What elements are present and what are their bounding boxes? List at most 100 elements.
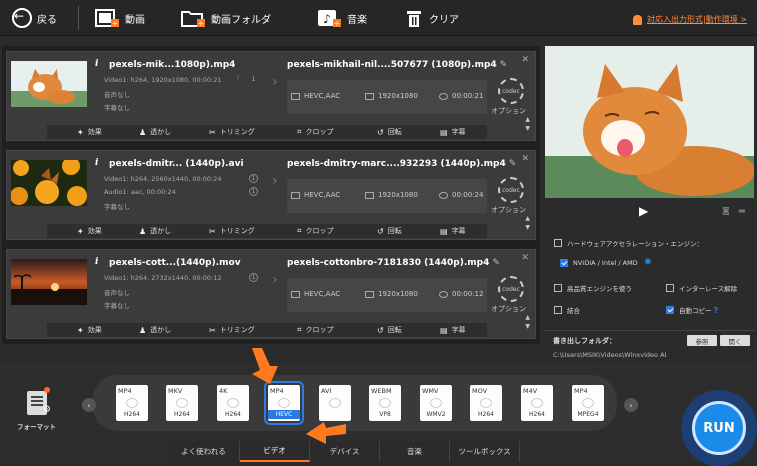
info-icon[interactable]: i — [95, 158, 104, 168]
back-button[interactable]: ← 戻る — [12, 8, 57, 28]
subtitle-button[interactable]: ▤ 字幕 — [440, 325, 466, 335]
output-file-name[interactable]: pexels-dmitry-marc....932293 (1440p).mp4… — [287, 159, 516, 169]
info-icon[interactable]: i — [95, 59, 104, 69]
effects-button[interactable]: ✦ 効果 — [77, 226, 102, 236]
option-label[interactable]: オプション — [491, 106, 526, 116]
checkbox-box[interactable] — [666, 284, 674, 292]
auto-copy-checkbox[interactable]: 自動コピー? — [666, 305, 718, 315]
hw-vendor-checkbox[interactable]: NVIDIA / Intel / AMD ✹ — [560, 257, 652, 268]
help-icon[interactable]: ? — [714, 306, 719, 315]
deinterlace-checkbox[interactable]: インターレース解除 — [666, 283, 737, 293]
format-codec: H264 — [529, 411, 545, 418]
trim-button[interactable]: ✂ トリミング — [209, 226, 255, 236]
subtitle-button[interactable]: ▤ 字幕 — [440, 226, 466, 236]
tab-popular[interactable]: よく使われる — [168, 441, 240, 462]
format-card[interactable]: AVI — [319, 385, 351, 421]
codec-option-icon[interactable]: codec — [498, 276, 524, 302]
checkbox-box[interactable] — [554, 284, 562, 292]
add-music-button[interactable]: ♪ + 音楽 — [316, 8, 367, 28]
rotate-icon: ↺ — [377, 325, 384, 335]
browse-button[interactable]: 参照 — [687, 335, 717, 346]
checkbox-box[interactable] — [554, 306, 562, 314]
hw-accel-checkbox[interactable]: ハードウェアアクセラレーション・エンジン： — [554, 238, 703, 248]
file-card[interactable]: i pexels-mik...1080p).mp4 Video1: h264, … — [6, 51, 536, 141]
remove-file-icon[interactable]: ✕ — [521, 154, 529, 164]
film-reel-icon — [480, 398, 492, 408]
tab-toolbox[interactable]: ツールボックス — [450, 441, 520, 462]
video-thumbnail[interactable] — [11, 259, 87, 305]
checkbox-box-checked[interactable] — [666, 306, 674, 314]
watermark-button[interactable]: ♟ 透かし — [139, 325, 171, 335]
move-up-icon[interactable]: ▲ — [525, 116, 530, 123]
pencil-icon[interactable]: ✎ — [492, 258, 500, 268]
chevron-left-icon[interactable]: ‹ — [82, 398, 96, 412]
format-panel[interactable]: ⚙ フォーマット — [0, 365, 77, 441]
watermark-button[interactable]: ♟ 透かし — [139, 127, 171, 137]
move-up-icon[interactable]: ▲ — [525, 215, 530, 222]
merge-checkbox[interactable]: 結合 — [554, 305, 580, 315]
option-label[interactable]: オプション — [491, 205, 526, 215]
open-folder-button[interactable]: 開く — [720, 335, 750, 346]
gear-icon[interactable]: ✹ — [644, 257, 652, 268]
run-button[interactable]: RUN — [692, 401, 746, 455]
format-card[interactable]: MP4 H264 — [116, 385, 148, 421]
video-thumbnail[interactable] — [11, 61, 87, 107]
crop-label: クロップ — [305, 326, 334, 334]
format-card[interactable]: M4V H264 — [521, 385, 553, 421]
high-quality-checkbox[interactable]: 高品質エンジンを使う — [554, 283, 632, 293]
format-name: MKV — [168, 387, 183, 395]
tab-music[interactable]: 音楽 — [380, 441, 450, 462]
output-file-name[interactable]: pexels-cottonbro-7181830 (1440p).mp4 ✎ — [287, 258, 500, 268]
codec-option-icon[interactable]: codec — [498, 177, 524, 203]
format-card[interactable]: WEBM VP8 — [369, 385, 401, 421]
trim-button[interactable]: ✂ トリミング — [209, 325, 255, 335]
play-icon[interactable]: ▶ — [639, 204, 648, 218]
crop-icon: ⌗ — [297, 127, 302, 136]
format-card[interactable]: MKV H264 — [166, 385, 198, 421]
add-video-button[interactable]: + 動画 — [94, 8, 145, 28]
rotate-button[interactable]: ↺ 回転 — [377, 127, 402, 137]
add-folder-button[interactable]: + 動画フォルダ — [180, 8, 271, 28]
supported-formats-link[interactable]: 対応入出力形式|動作環境 > — [633, 14, 747, 25]
format-card[interactable]: 4K H264 — [217, 385, 249, 421]
codec-option-icon[interactable]: codec — [498, 78, 524, 104]
camera-icon[interactable]: ◙ — [722, 206, 730, 215]
remove-file-icon[interactable]: ✕ — [521, 253, 529, 263]
move-down-icon[interactable]: ▼ — [525, 323, 530, 330]
format-card[interactable]: MOV H264 — [470, 385, 502, 421]
subtitle-button[interactable]: ▤ 字幕 — [440, 127, 466, 137]
format-card-selected[interactable]: MP4 HEVC — [264, 381, 304, 425]
effects-button[interactable]: ✦ 効果 — [77, 325, 102, 335]
rotate-button[interactable]: ↺ 回転 — [377, 325, 402, 335]
remove-file-icon[interactable]: ✕ — [521, 55, 529, 65]
option-label[interactable]: オプション — [491, 304, 526, 314]
pencil-icon[interactable]: ✎ — [500, 60, 508, 70]
trim-button[interactable]: ✂ トリミング — [209, 127, 255, 137]
hw-accel-label: ハードウェアアクセラレーション・エンジン： — [567, 240, 704, 248]
move-up-icon[interactable]: ▲ — [525, 314, 530, 321]
video-preview[interactable] — [545, 46, 754, 198]
rotate-button[interactable]: ↺ 回転 — [377, 226, 402, 236]
pencil-icon[interactable]: ✎ — [509, 159, 517, 169]
chevron-right-icon[interactable]: › — [624, 398, 638, 412]
move-down-icon[interactable]: ▼ — [525, 224, 530, 231]
clear-button[interactable]: クリア — [404, 8, 459, 28]
folder-icon[interactable]: ▬ — [738, 206, 746, 215]
move-down-icon[interactable]: ▼ — [525, 125, 530, 132]
output-file-name[interactable]: pexels-mikhail-nil....507677 (1080p).mp4… — [287, 60, 507, 70]
crop-button[interactable]: ⌗ クロップ — [297, 226, 334, 236]
file-card[interactable]: i pexels-cott...(1440p).mov Video1: h264… — [6, 249, 536, 339]
info-icon[interactable]: i — [95, 257, 104, 267]
effects-button[interactable]: ✦ 効果 — [77, 127, 102, 137]
crop-button[interactable]: ⌗ クロップ — [297, 127, 334, 137]
checkbox-box[interactable] — [554, 239, 562, 247]
video-thumbnail[interactable] — [11, 160, 87, 206]
back-label: 戻る — [37, 14, 57, 26]
track-selector-arrow[interactable]: ⁝ — [237, 74, 239, 82]
crop-button[interactable]: ⌗ クロップ — [297, 325, 334, 335]
file-card[interactable]: i pexels-dmitr... (1440p).avi Video1: h2… — [6, 150, 536, 240]
format-card[interactable]: MP4 MPEG4 — [572, 385, 604, 421]
checkbox-box-checked[interactable] — [560, 258, 568, 267]
watermark-button[interactable]: ♟ 透かし — [139, 226, 171, 236]
format-card[interactable]: WMV WMV2 — [420, 385, 452, 421]
